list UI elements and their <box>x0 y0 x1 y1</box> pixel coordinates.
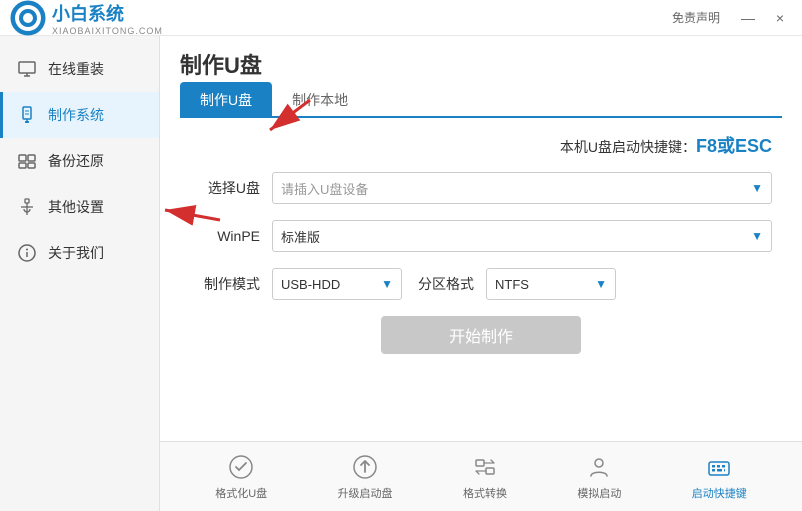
sidebar: 在线重装 制作系统 <box>0 36 160 511</box>
monitor-icon <box>16 58 38 80</box>
page-title: 制作U盘 <box>180 48 262 80</box>
usb-placeholder: 请插入U盘设备 <box>281 179 368 198</box>
partition-label: 分区格式 <box>414 274 474 294</box>
winpe-select[interactable]: 标准版 ▼ <box>272 220 772 252</box>
tabs-container: 制作U盘 制作本地 <box>180 80 782 118</box>
partition-select[interactable]: NTFS ▼ <box>486 268 616 300</box>
sidebar-label-other-settings: 其他设置 <box>48 197 104 217</box>
check-circle-icon <box>227 453 255 481</box>
shortcut-key: F8或ESC <box>696 136 772 156</box>
logo: 小白系统 XIAOBAIXITONG.COM <box>10 0 163 36</box>
sidebar-item-other-settings[interactable]: 其他设置 <box>0 184 159 230</box>
settings-icon <box>16 196 38 218</box>
toolbar-label-format-usb: 格式化U盘 <box>215 485 267 501</box>
sidebar-label-backup-restore: 备份还原 <box>48 151 104 171</box>
info-icon <box>16 242 38 264</box>
shortcut-prefix: 本机U盘启动快捷键： <box>560 139 696 155</box>
sidebar-label-make-system: 制作系统 <box>48 105 104 125</box>
usb-icon <box>16 104 38 126</box>
usb-select-arrow: ▼ <box>751 181 763 195</box>
mode-select-arrow: ▼ <box>381 277 393 291</box>
toolbar-label-shortcut-key: 启动快捷键 <box>692 485 747 501</box>
usb-label: 选择U盘 <box>190 178 260 198</box>
toolbar-format-convert[interactable]: 格式转换 <box>451 449 519 505</box>
toolbar-label-simulate-boot: 模拟启动 <box>577 485 621 501</box>
sidebar-item-about-us[interactable]: 关于我们 <box>0 230 159 276</box>
sidebar-item-backup-restore[interactable]: 备份还原 <box>0 138 159 184</box>
usb-select-row: 选择U盘 请插入U盘设备 ▼ <box>190 172 772 204</box>
logo-main-text: 小白系统 <box>52 0 163 26</box>
tab-make-local[interactable]: 制作本地 <box>272 82 368 118</box>
tab-make-usb[interactable]: 制作U盘 <box>180 82 272 118</box>
transfer-icon <box>471 453 499 481</box>
toolbar-simulate-boot[interactable]: 模拟启动 <box>565 449 633 505</box>
disclaimer-link[interactable]: 免责声明 <box>672 9 720 26</box>
upload-circle-icon <box>351 453 379 481</box>
sidebar-label-about-us: 关于我们 <box>48 243 104 263</box>
title-bar-controls: 免责声明 — × <box>672 4 794 32</box>
start-btn-container: 开始制作 <box>190 316 772 354</box>
close-button[interactable]: × <box>766 4 794 32</box>
logo-sub-text: XIAOBAIXITONG.COM <box>52 26 163 36</box>
winpe-select-row: WinPE 标准版 ▼ <box>190 220 772 252</box>
sidebar-item-make-system[interactable]: 制作系统 <box>0 92 159 138</box>
app-body: 在线重装 制作系统 <box>0 36 802 511</box>
mode-value: USB-HDD <box>281 277 340 292</box>
minimize-button[interactable]: — <box>734 4 762 32</box>
keyboard-icon <box>705 453 733 481</box>
content-header: 制作U盘 <box>160 36 802 80</box>
partition-select-arrow: ▼ <box>595 277 607 291</box>
shortcut-hint: 本机U盘启动快捷键：F8或ESC <box>190 132 772 158</box>
winpe-label: WinPE <box>190 228 260 244</box>
mode-partition-row: 制作模式 USB-HDD ▼ 分区格式 NTFS ▼ <box>190 268 772 300</box>
person-icon <box>585 453 613 481</box>
toolbar-label-format-convert: 格式转换 <box>463 485 507 501</box>
start-button[interactable]: 开始制作 <box>381 316 581 354</box>
toolbar-label-upgrade-boot: 升级启动盘 <box>338 485 393 501</box>
winpe-select-arrow: ▼ <box>751 229 763 243</box>
title-bar: 小白系统 XIAOBAIXITONG.COM 免责声明 — × <box>0 0 802 36</box>
content-area: 制作U盘 制作U盘 制作本地 本机U盘启动快捷键：F8或ESC 选择U盘 请插入… <box>160 36 802 511</box>
mode-select[interactable]: USB-HDD ▼ <box>272 268 402 300</box>
toolbar-upgrade-boot[interactable]: 升级启动盘 <box>326 449 405 505</box>
mode-label: 制作模式 <box>190 274 260 294</box>
sidebar-label-online-reinstall: 在线重装 <box>48 59 104 79</box>
toolbar-format-usb[interactable]: 格式化U盘 <box>203 449 279 505</box>
bottom-toolbar: 格式化U盘 升级启动盘 <box>160 441 802 511</box>
toolbar-shortcut-key[interactable]: 启动快捷键 <box>680 449 759 505</box>
logo-icon <box>10 0 46 36</box>
partition-value: NTFS <box>495 277 529 292</box>
usb-select[interactable]: 请插入U盘设备 ▼ <box>272 172 772 204</box>
content-body: 本机U盘启动快捷键：F8或ESC 选择U盘 请插入U盘设备 ▼ WinPE 标准… <box>160 118 802 441</box>
sidebar-item-online-reinstall[interactable]: 在线重装 <box>0 46 159 92</box>
backup-icon <box>16 150 38 172</box>
winpe-value: 标准版 <box>281 227 320 246</box>
